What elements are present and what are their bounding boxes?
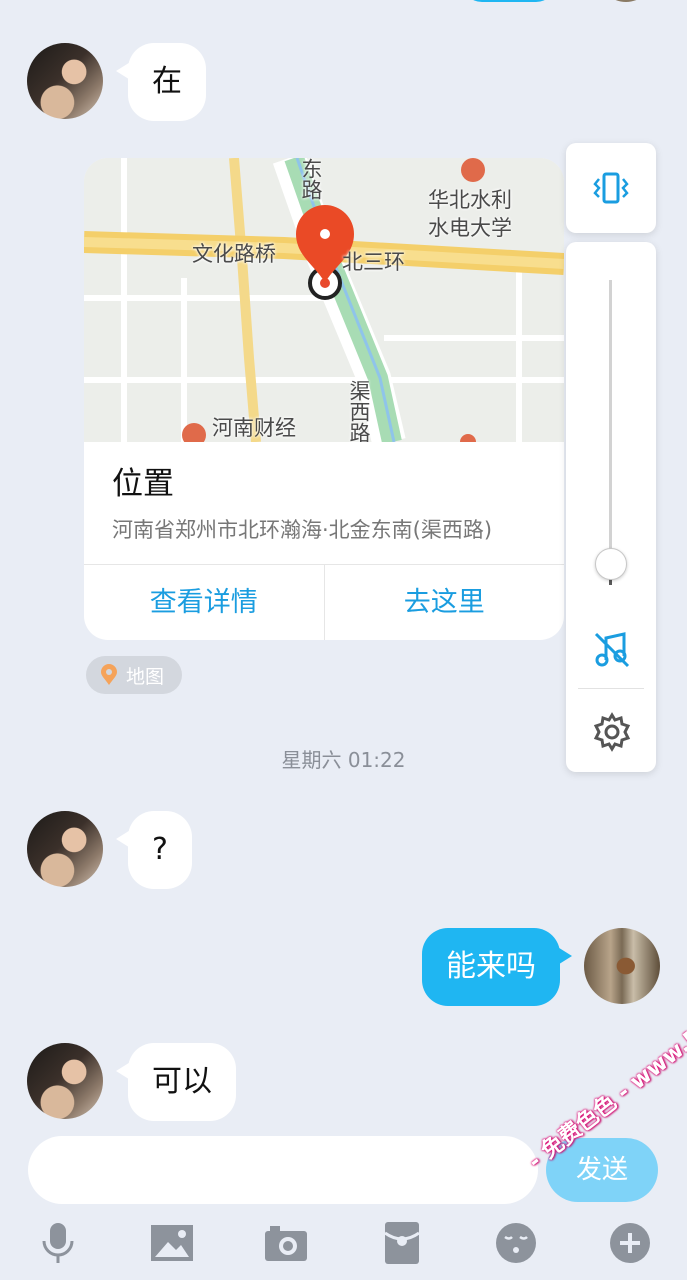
contact-avatar[interactable] [27, 43, 103, 119]
contact-avatar[interactable] [27, 811, 103, 887]
contact-avatar[interactable] [27, 1043, 103, 1119]
location-title: 位置 [112, 466, 174, 502]
more-button[interactable] [606, 1220, 654, 1266]
map-label: 河南财经 [212, 416, 296, 440]
partial-outgoing-bubble [462, 0, 556, 2]
send-button[interactable]: 发送 [546, 1138, 658, 1202]
message-bubble-outgoing[interactable]: 能来吗 [422, 928, 572, 1006]
my-avatar[interactable] [584, 928, 660, 1004]
music-mute-toggle[interactable] [590, 628, 634, 672]
message-text: 可以 [152, 1064, 212, 1099]
camera-icon [265, 1226, 307, 1261]
location-actions: 查看详情 去这里 [84, 564, 564, 640]
voice-button[interactable] [34, 1220, 82, 1266]
volume-slider-thumb[interactable] [595, 547, 627, 580]
message-input[interactable] [28, 1136, 538, 1204]
image-icon [151, 1225, 193, 1261]
image-button[interactable] [148, 1220, 196, 1266]
map-label: 水电大学 [428, 216, 512, 240]
map-preview[interactable]: 东路 华北水利 水电大学 文化路桥 北三环 渠西路 河南财经 [84, 158, 564, 442]
message-text: 在 [152, 64, 182, 99]
plus-icon [610, 1223, 650, 1263]
microphone-icon [42, 1223, 74, 1263]
view-details-button[interactable]: 查看详情 [84, 565, 325, 640]
map-label: 东路 [299, 158, 323, 200]
location-address: 河南省郑州市北环瀚海·北金东南(渠西路) [112, 518, 493, 542]
message-bubble[interactable]: 在 [116, 43, 206, 121]
message-bubble[interactable]: 可以 [116, 1043, 236, 1121]
map-chip-label: 地图 [126, 665, 165, 688]
camera-button[interactable] [262, 1220, 310, 1266]
vibrate-icon [593, 172, 629, 204]
vibrate-toggle[interactable] [566, 143, 656, 233]
message-text: ? [152, 832, 168, 867]
red-packet-icon [384, 1222, 420, 1264]
volume-panel [566, 242, 656, 772]
map-label: 北三环 [342, 250, 405, 274]
map-label: 文化路桥 [192, 242, 276, 266]
emoji-icon [496, 1223, 536, 1263]
gear-icon [593, 712, 631, 752]
partial-avatar [598, 0, 654, 2]
emoji-button[interactable] [492, 1220, 540, 1266]
map-label: 渠西路 [347, 380, 371, 442]
sound-settings-button[interactable] [590, 710, 634, 754]
go-here-button[interactable]: 去这里 [325, 565, 565, 640]
red-packet-button[interactable] [378, 1220, 426, 1266]
location-card[interactable]: 东路 华北水利 水电大学 文化路桥 北三环 渠西路 河南财经 位置 河南省郑州市… [84, 158, 564, 640]
panel-divider [578, 688, 644, 689]
location-pin-icon [101, 664, 117, 685]
map-label: 华北水利 [428, 188, 512, 212]
map-source-chip[interactable]: 地图 [86, 656, 183, 694]
volume-slider-track[interactable] [609, 280, 612, 585]
music-off-icon [594, 632, 630, 668]
message-bubble[interactable]: ? [116, 811, 192, 889]
message-text: 能来吗 [446, 949, 536, 984]
input-toolbar [0, 1210, 687, 1276]
